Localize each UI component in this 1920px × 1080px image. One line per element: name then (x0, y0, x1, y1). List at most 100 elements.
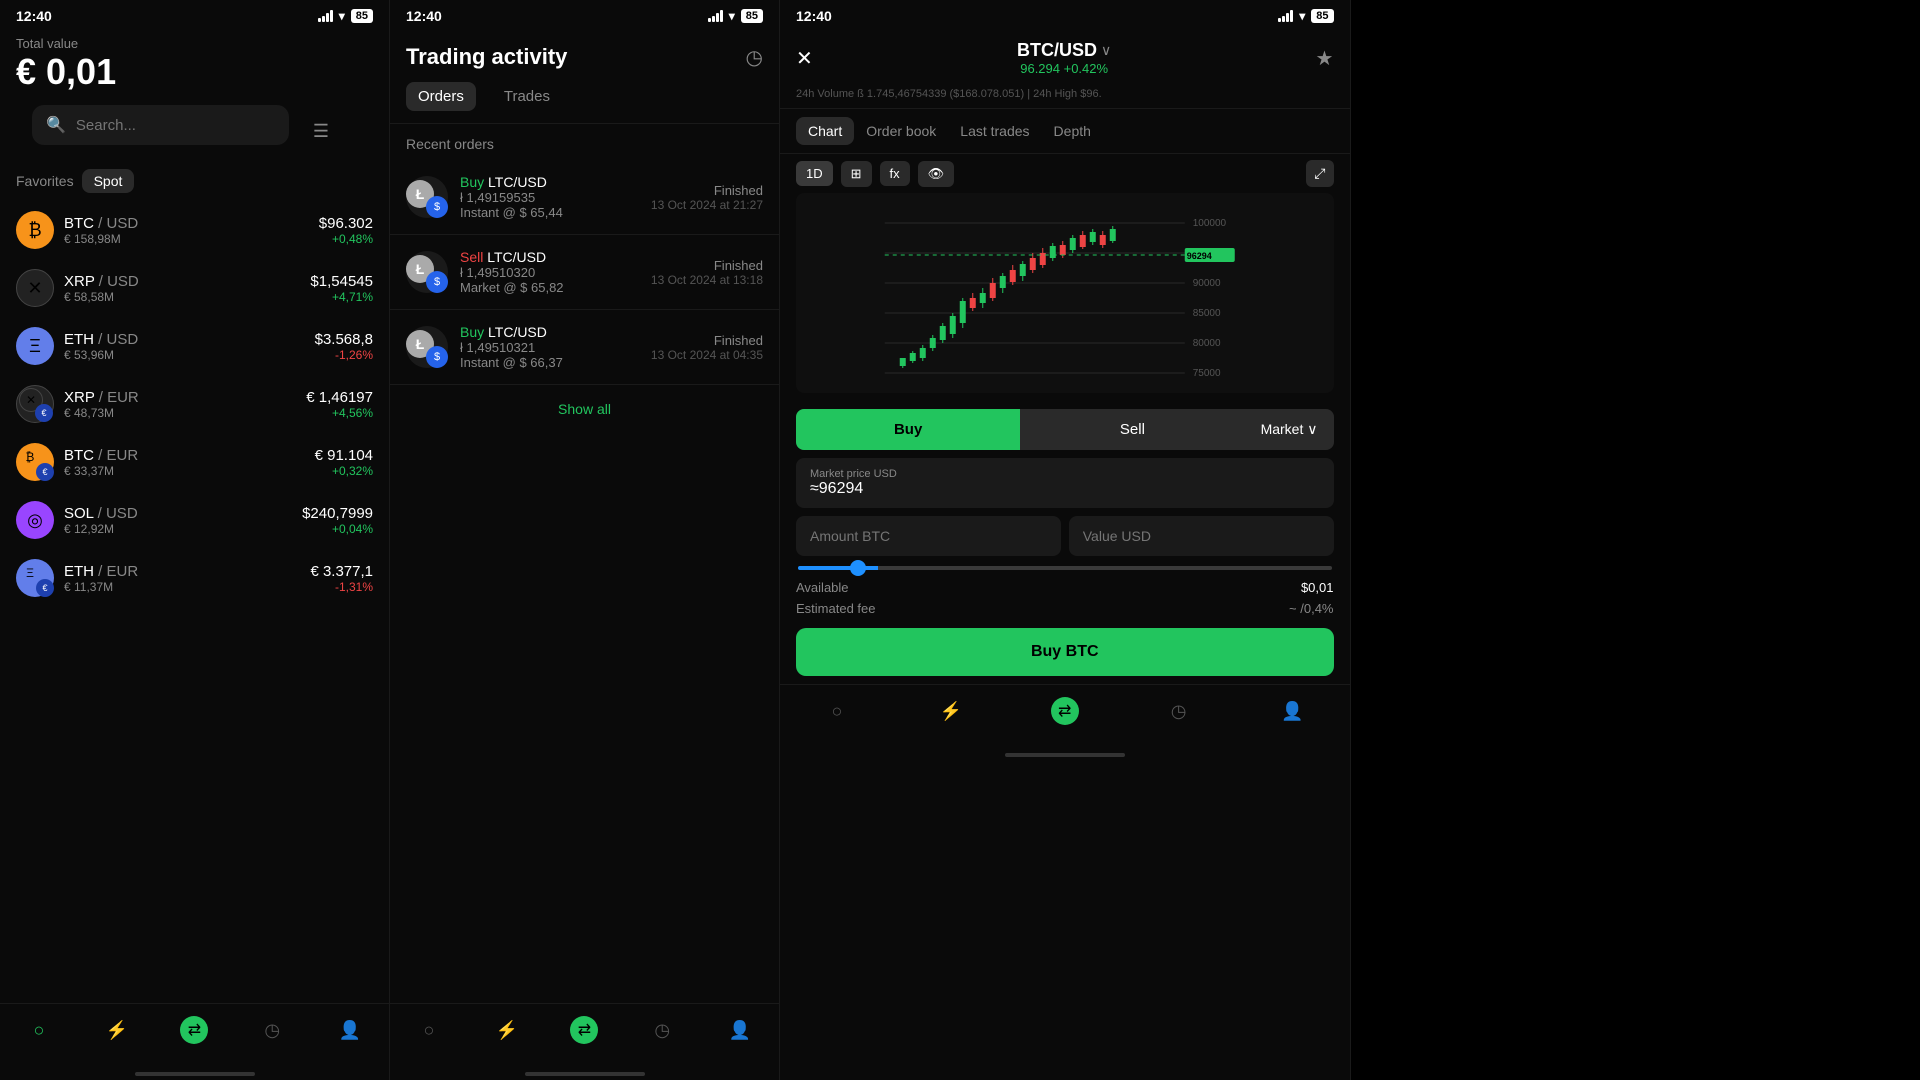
buy-button[interactable]: Buy (796, 409, 1020, 450)
order-item[interactable]: Ł $ Sell LTC/USD ł 1,49510320 Market @ $… (390, 235, 779, 310)
crypto-change: +4,71% (310, 290, 373, 304)
nav-profile-2[interactable]: 👤 (726, 1016, 754, 1044)
ltc-usd-icon-3: Ł $ (406, 326, 448, 368)
tab-lasttrades[interactable]: Last trades (948, 117, 1041, 145)
search-icon: 🔍 (46, 115, 66, 135)
crypto-pair-name: XRP / EUR (64, 389, 306, 406)
crypto-price: € 3.377,1 (310, 563, 373, 580)
market-button[interactable]: Market ∨ (1245, 409, 1334, 450)
show-all-button[interactable]: Show all (390, 385, 779, 433)
status-icons-3: ▾ 85 (1278, 9, 1333, 23)
buy-sell-row: Buy Sell Market ∨ (796, 409, 1334, 450)
tab-trades[interactable]: Trades (492, 82, 562, 111)
nav-home-2[interactable]: ○ (415, 1016, 443, 1044)
order-item[interactable]: Ł $ Buy LTC/USD ł 1,49159535 Instant @ $… (390, 160, 779, 235)
list-item[interactable]: Ξ € ETH / EUR € 11,37M € 3.377,1 -1,31% (8, 549, 381, 607)
trading-activity-title: Trading activity (406, 44, 567, 70)
timeframe-1d[interactable]: 1D (796, 161, 833, 186)
tab-favorites[interactable]: Favorites (16, 169, 74, 193)
nav-activity[interactable]: ⚡ (103, 1016, 131, 1044)
amount-slider[interactable] (798, 566, 1332, 570)
total-value-label: Total value (0, 28, 389, 51)
order-item[interactable]: Ł $ Buy LTC/USD ł 1,49510321 Instant @ $… (390, 310, 779, 385)
pair-title-center: BTC/USD ∨ 96.294 +0.42% (1017, 40, 1111, 76)
nav-history-2[interactable]: ◷ (648, 1016, 676, 1044)
nav-profile[interactable]: 👤 (336, 1016, 364, 1044)
svg-text:100000: 100000 (1193, 218, 1227, 229)
nav-activity-3[interactable]: ⚡ (937, 697, 965, 725)
candle-type-btn[interactable]: ⊞ (841, 161, 872, 187)
pair-name: BTC/USD (1017, 40, 1097, 61)
nav-history[interactable]: ◷ (258, 1016, 286, 1044)
order-pair: Buy LTC/USD (460, 174, 651, 190)
nav-trade-2[interactable]: ⇄ (570, 1016, 598, 1044)
favorite-star-icon[interactable]: ★ (1316, 46, 1334, 71)
crypto-volume: € 11,37M (64, 580, 310, 594)
crypto-pair-name: ETH / USD (64, 331, 315, 348)
available-row: Available $0,01 (796, 580, 1334, 595)
list-item[interactable]: ₿ BTC / USD € 158,98M $96.302 +0,48% (8, 201, 381, 259)
list-item[interactable]: ₿ € BTC / EUR € 33,37M € 91.104 +0,32% (8, 433, 381, 491)
order-date: 13 Oct 2024 at 04:35 (651, 348, 763, 362)
crypto-pair-name: BTC / EUR (64, 447, 315, 464)
nav-trade-3[interactable]: ⇄ (1051, 697, 1079, 725)
pair-title: BTC/USD ∨ (1017, 40, 1111, 61)
home-indicator (135, 1072, 255, 1076)
crypto-change: -1,31% (310, 580, 373, 594)
list-item[interactable]: Ξ ETH / USD € 53,96M $3.568,8 -1,26% (8, 317, 381, 375)
nav-activity-2[interactable]: ⚡ (493, 1016, 521, 1044)
nav-history-3[interactable]: ◷ (1165, 697, 1193, 725)
nav-home[interactable]: ○ (25, 1016, 53, 1044)
order-status: Finished (651, 333, 763, 348)
filter-icon[interactable]: ☰ (313, 121, 329, 142)
list-item[interactable]: ◎ SOL / USD € 12,92M $240,7999 +0,04% (8, 491, 381, 549)
eye-btn[interactable]: 👁 (918, 161, 955, 187)
chevron-down-icon[interactable]: ∨ (1101, 42, 1111, 59)
buy-btc-button[interactable]: Buy BTC (796, 628, 1334, 676)
nav-trade[interactable]: ⇄ (180, 1016, 208, 1044)
bottom-nav-1: ○ ⚡ ⇄ ◷ 👤 (0, 1003, 389, 1064)
tab-depth[interactable]: Depth (1042, 117, 1103, 145)
crypto-pair-name: XRP / USD (64, 273, 310, 290)
fx-btn[interactable]: fx (880, 161, 910, 186)
close-button[interactable]: ✕ (796, 46, 813, 71)
order-price: Instant @ $ 66,37 (460, 355, 651, 370)
history-icon[interactable]: ◷ (746, 45, 763, 70)
nav-profile-3[interactable]: 👤 (1279, 697, 1307, 725)
search-input[interactable] (76, 117, 275, 134)
tab-chart[interactable]: Chart (796, 117, 854, 145)
status-icons-2: ▾ 85 (708, 9, 763, 23)
amount-btc-input[interactable] (796, 516, 1061, 556)
list-item[interactable]: ✕ € XRP / EUR € 48,73M € 1,46197 +4,56% (8, 375, 381, 433)
order-date: 13 Oct 2024 at 21:27 (651, 198, 763, 212)
crypto-price: $96.302 (319, 215, 373, 232)
crypto-price: $1,54545 (310, 273, 373, 290)
order-amount: ł 1,49510321 (460, 340, 651, 355)
ltc-usd-icon: Ł $ (406, 176, 448, 218)
crypto-pair-name: SOL / USD (64, 505, 302, 522)
tab-orders[interactable]: Orders (406, 82, 476, 111)
tab-orderbook[interactable]: Order book (854, 117, 948, 145)
chart-tabs: Chart Order book Last trades Depth (780, 109, 1350, 154)
total-value: € 0,01 (0, 51, 389, 105)
search-bar[interactable]: 🔍 (32, 105, 289, 145)
list-item[interactable]: ✕ XRP / USD € 58,58M $1,54545 +4,71% (8, 259, 381, 317)
market-label: Market (1261, 421, 1304, 437)
volume-bar: 24h Volume ß 1.745,46754339 ($168.078.05… (780, 84, 1350, 109)
high-label: 24h High $96. (1033, 88, 1102, 100)
pair-price-change: 96.294 +0.42% (1017, 61, 1111, 76)
market-chevron-icon: ∨ (1307, 421, 1317, 437)
sell-button[interactable]: Sell (1020, 409, 1244, 450)
btc-icon: ₿ (16, 211, 54, 249)
value-usd-input[interactable] (1069, 516, 1334, 556)
order-pair: Buy LTC/USD (460, 324, 651, 340)
crypto-change: -1,26% (315, 348, 373, 362)
order-amount: ł 1,49510320 (460, 265, 651, 280)
tab-spot[interactable]: Spot (82, 169, 135, 193)
signal-icon-3 (1278, 10, 1293, 22)
battery-1: 85 (351, 9, 373, 23)
expand-chart-button[interactable]: ⤢ (1306, 160, 1333, 187)
bottom-nav-3: ○ ⚡ ⇄ ◷ 👤 (780, 684, 1350, 745)
status-bar-2: 12:40 ▾ 85 (390, 0, 779, 28)
nav-home-3[interactable]: ○ (823, 697, 851, 725)
